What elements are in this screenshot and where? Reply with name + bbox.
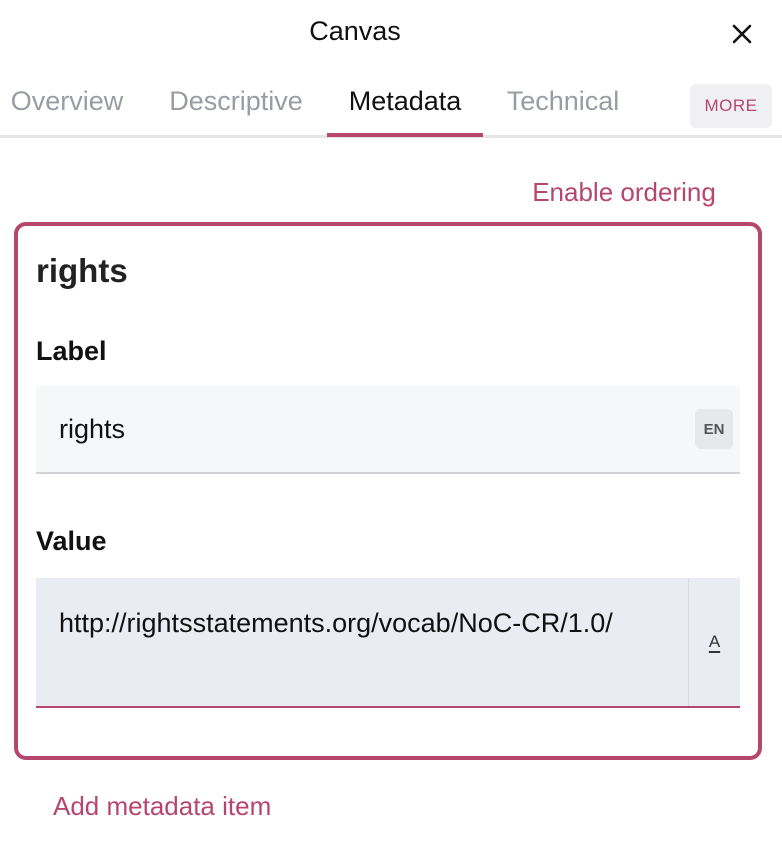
text-format-icon: A — [708, 632, 721, 651]
more-tabs-button[interactable]: MORE — [690, 84, 772, 128]
value-field-text: http://rightsstatements.org/vocab/NoC-CR… — [59, 608, 613, 638]
label-field[interactable]: rights EN — [36, 386, 740, 474]
metadata-item-title: rights — [36, 252, 128, 289]
active-tab-indicator — [327, 133, 483, 137]
close-button[interactable] — [722, 14, 762, 54]
close-icon — [732, 24, 752, 44]
tab-bar: Overview Descriptive Metadata Technical … — [0, 80, 782, 138]
value-heading: Value — [36, 526, 107, 556]
add-metadata-item-button[interactable]: Add metadata item — [53, 791, 271, 822]
tab-descriptive[interactable]: Descriptive — [160, 86, 312, 138]
canvas-metadata-panel: Canvas Overview Descriptive Metadata Tec… — [0, 0, 782, 856]
label-heading: Label — [36, 336, 107, 366]
metadata-item-card: rights Label rights EN Value http://righ… — [14, 222, 762, 760]
enable-ordering-button[interactable]: Enable ordering — [490, 170, 758, 220]
label-field-value: rights — [59, 414, 126, 444]
language-selector[interactable]: EN — [695, 409, 733, 449]
tab-overview[interactable]: Overview — [4, 86, 130, 138]
tab-metadata[interactable]: Metadata — [327, 86, 483, 138]
text-format-button[interactable]: A — [688, 578, 740, 706]
panel-title: Canvas — [309, 16, 401, 46]
tab-technical[interactable]: Technical — [498, 86, 628, 138]
value-field[interactable]: http://rightsstatements.org/vocab/NoC-CR… — [36, 578, 740, 708]
